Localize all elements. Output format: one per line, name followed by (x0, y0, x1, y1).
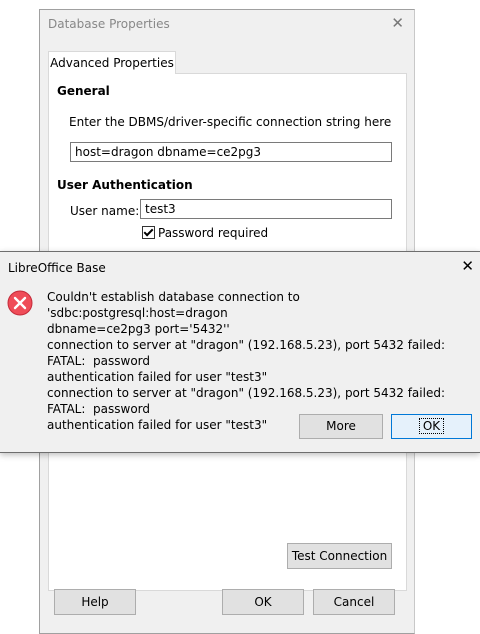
connection-string-field[interactable]: host=dragon dbname=ce2pg3 (70, 142, 392, 162)
connection-hint: Enter the DBMS/driver-specific connectio… (69, 115, 392, 129)
tab-advanced-properties[interactable]: Advanced Properties (48, 51, 176, 74)
alert-title: LibreOffice Base (8, 261, 106, 275)
user-authentication-heading: User Authentication (57, 178, 193, 192)
password-required-label: Password required (158, 226, 269, 240)
close-icon[interactable]: ✕ (391, 15, 404, 31)
general-heading: General (57, 84, 110, 98)
username-field[interactable]: test3 (140, 199, 392, 219)
message-line: dbname=ce2pg3 port='5432'' (47, 322, 230, 336)
test-connection-button[interactable]: Test Connection (287, 543, 392, 569)
cancel-button[interactable]: Cancel (313, 589, 395, 615)
dialog-title: Database Properties (48, 17, 170, 31)
username-label: User name: (70, 204, 140, 218)
message-line: connection to server at "dragon" (192.16… (47, 386, 449, 416)
message-line: authentication failed for user "test3" (47, 370, 268, 384)
close-icon[interactable]: ✕ (461, 258, 474, 274)
error-message: Couldn't establish database connection t… (47, 289, 479, 433)
ok-button[interactable]: OK (222, 589, 304, 615)
message-line: connection to server at "dragon" (192.16… (47, 338, 449, 368)
message-line: Couldn't establish database connection t… (47, 290, 304, 320)
message-line: authentication failed for user "test3" (47, 418, 268, 432)
error-icon (7, 290, 33, 319)
help-button[interactable]: Help (54, 589, 136, 615)
password-required-checkbox[interactable] (142, 226, 155, 239)
